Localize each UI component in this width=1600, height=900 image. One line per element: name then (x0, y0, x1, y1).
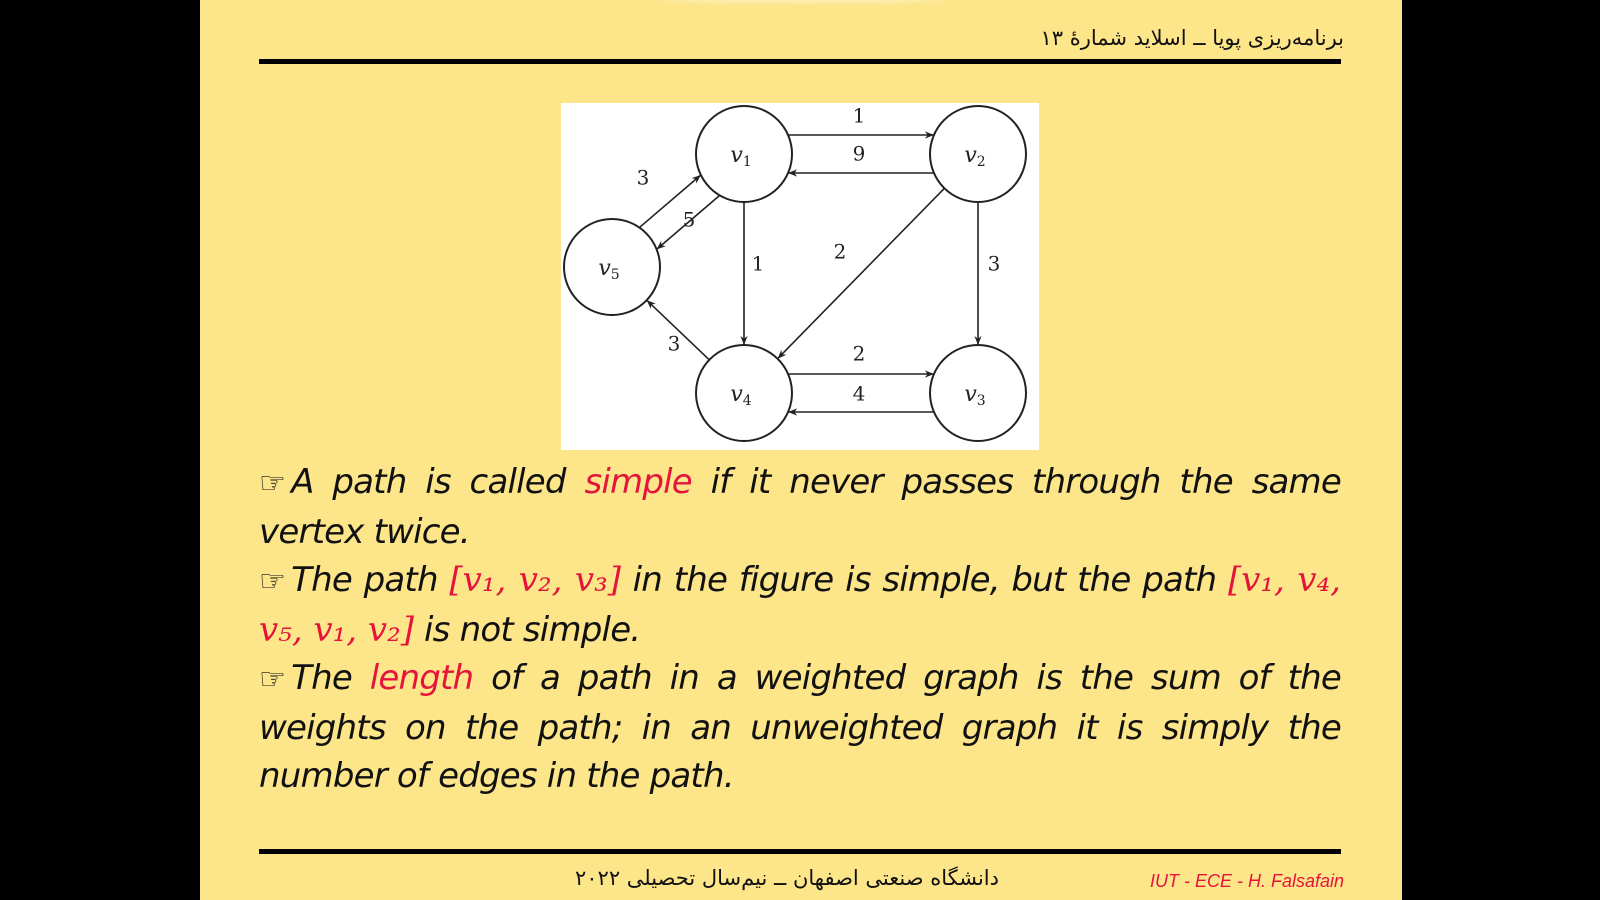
p1-text-a: A path is called (291, 462, 585, 502)
slide-body: ☞ A path is called simple if it never pas… (259, 458, 1342, 800)
edge-weight-v1-v5: 5 (683, 208, 696, 232)
p2-text-b: in the figure is simple, but the path (620, 560, 1228, 600)
pointing-hand-icon: ☞ (259, 466, 286, 501)
edge-weight-v1-v2: 1 (853, 104, 866, 128)
weighted-digraph: 1 9 3 5 1 2 3 3 2 4 v1 v2 v3 v4 v5 (563, 104, 1027, 442)
edge-weight-v5-v1: 3 (637, 166, 650, 190)
header-rule (259, 59, 1341, 64)
edge-weight-v1-v4: 1 (752, 252, 765, 276)
footer-credit: IUT - ECE - H. Falsafain (1149, 871, 1344, 891)
vertex-v1: v1 (695, 105, 793, 203)
footer-rule (259, 849, 1341, 854)
pointing-hand-icon: ☞ (259, 564, 286, 599)
paragraph-example-paths: ☞ The path [v₁, v₂, v₃] in the figure is … (259, 556, 1341, 654)
edge-weight-v3-v4: 4 (853, 382, 866, 406)
p2-text-a: The path (291, 560, 450, 600)
edge-weight-v4-v5: 3 (668, 332, 681, 356)
graph-figure: 1 9 3 5 1 2 3 3 2 4 v1 v2 v3 v4 v5 (561, 103, 1039, 450)
pointing-hand-icon: ☞ (259, 662, 286, 697)
p3-text-a: The (291, 658, 370, 698)
slide: برنامه‌ریزی پویا ــ اسلاید شمارهٔ ۱۳ 1 9 3… (200, 0, 1402, 900)
vertex-v3: v3 (929, 344, 1027, 442)
footer-university: دانشگاه صنعتی اصفهان ــ نیم‌سال تحصیلی ۲… (575, 866, 999, 890)
paragraph-path-length: ☞ The length of a path in a weighted grap… (259, 654, 1342, 800)
edge-weight-v2-v4: 2 (834, 240, 847, 264)
slide-header-title: برنامه‌ریزی پویا ــ اسلاید شمارهٔ ۱۳ (1040, 26, 1344, 50)
top-glow (658, 0, 948, 2)
vertex-v4: v4 (695, 344, 793, 442)
term-simple: simple (584, 462, 692, 502)
term-length: length (369, 658, 474, 698)
paragraph-simple-path: ☞ A path is called simple if it never pas… (259, 458, 1342, 556)
vertex-v5: v5 (563, 218, 661, 316)
edge-weight-v4-v3: 2 (853, 342, 866, 366)
vertex-v2: v2 (929, 105, 1027, 203)
path-example-simple: [v₁, v₂, v₃] (449, 560, 621, 600)
edge-weight-v2-v1: 9 (853, 142, 866, 166)
p2-text-c: is not simple. (414, 610, 641, 650)
edge-v2-v4 (777, 187, 945, 360)
edge-weight-v2-v3: 3 (988, 252, 1001, 276)
